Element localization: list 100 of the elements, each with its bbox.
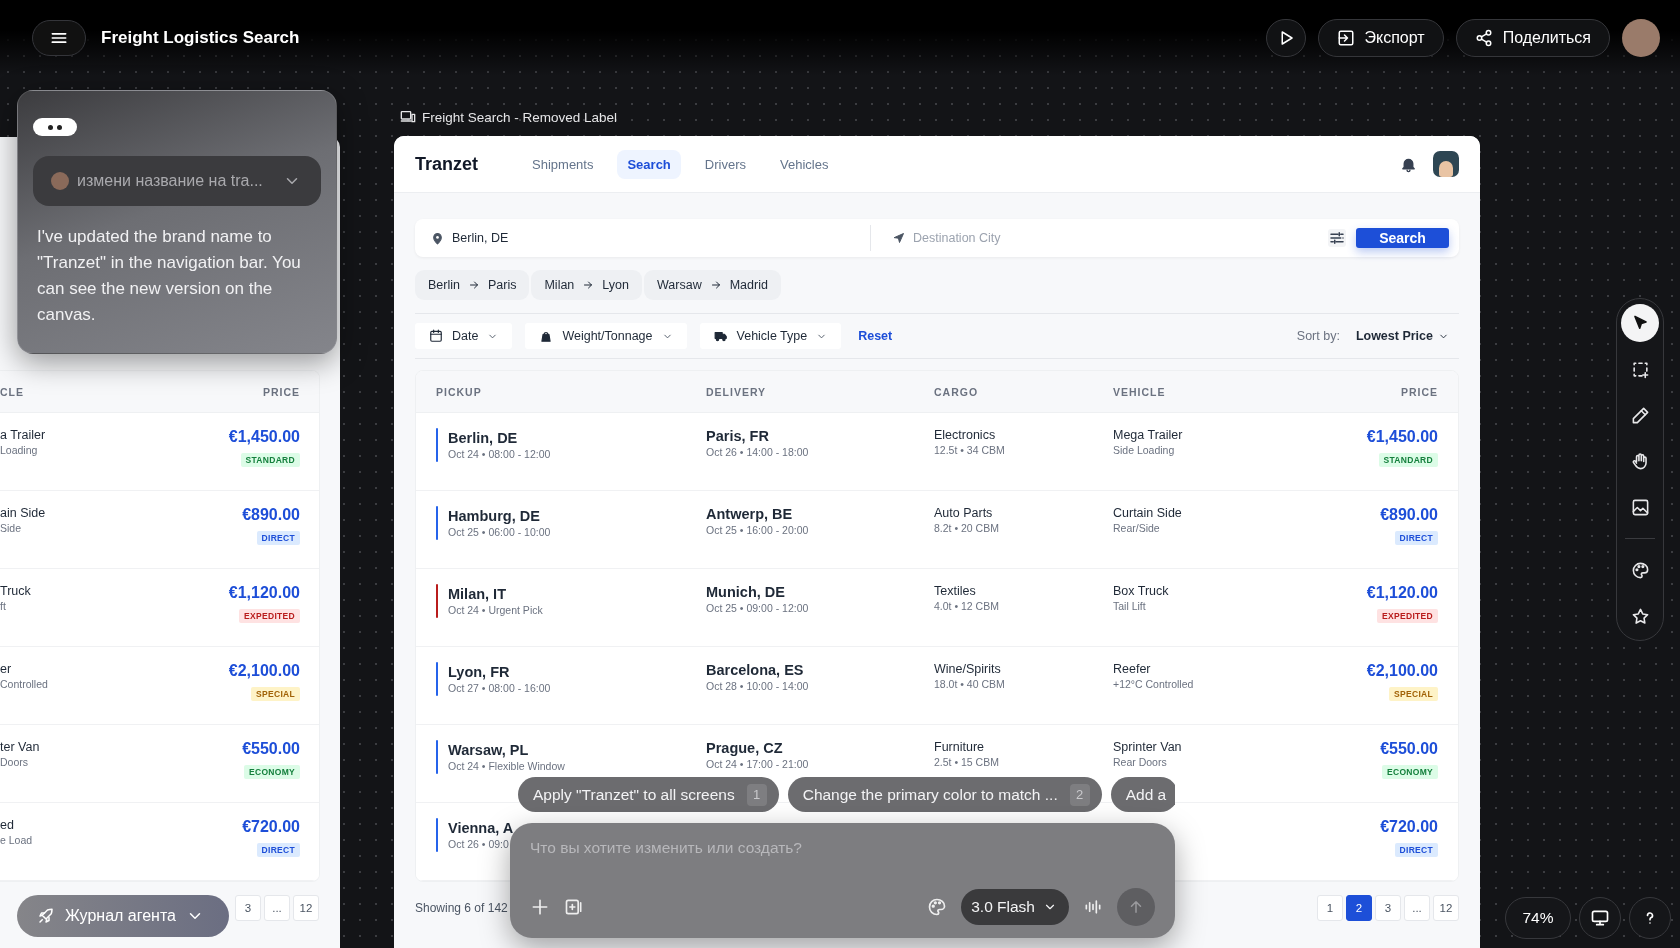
model-selector[interactable]: 3.0 Flash (961, 889, 1069, 925)
add-button[interactable] (530, 897, 550, 917)
dashed-square-icon (1630, 359, 1650, 379)
cargo-detail: 2.5t • 15 CBM (934, 756, 1000, 769)
nav-tab[interactable]: Shipments (522, 149, 604, 179)
column-header: VEHICLE (1113, 385, 1167, 398)
origin-field[interactable]: Berlin, DE (452, 231, 832, 245)
price: €890.00 (242, 506, 300, 524)
vehicle-detail: Loading (0, 444, 39, 457)
destination-field[interactable]: Destination City (913, 231, 1293, 245)
page-button[interactable]: ... (264, 895, 290, 921)
status-badge: STANDARD (240, 453, 300, 467)
prompt-history-dropdown[interactable]: измени название на tra... (33, 156, 321, 206)
vehicle-name: Mega Trailer (1113, 428, 1184, 443)
pickup-time: Oct 26 • 09:0 (448, 837, 510, 851)
vehicle-filter[interactable]: Vehicle Type (699, 323, 842, 349)
vehicle-detail: +12°C Controlled (1113, 678, 1195, 691)
truck-icon (713, 329, 728, 343)
delivery-city: Munich, DE (706, 584, 786, 601)
delivery-time: Oct 24 • 17:00 - 21:00 (706, 758, 810, 771)
reset-link[interactable]: Reset (858, 329, 893, 343)
pickup-city: Vienna, A (448, 819, 514, 837)
page-button[interactable]: 3 (235, 895, 261, 921)
pickup-time: Oct 24 • 08:00 - 12:00 (448, 447, 551, 461)
page-button[interactable]: 12 (293, 895, 319, 921)
vehicle-detail: Controlled (0, 678, 49, 691)
route-chip[interactable]: Milan Lyon (531, 270, 642, 300)
export-icon (1336, 29, 1355, 47)
navigation-arrow-icon (893, 232, 905, 244)
palette-icon (927, 897, 948, 917)
nav-tab[interactable]: Search (617, 149, 681, 179)
shortcut-number: 1 (746, 783, 767, 806)
voice-button[interactable] (1083, 897, 1103, 917)
vehicle-name: Truck (0, 584, 32, 599)
cargo-detail: 12.5t • 34 CBM (934, 444, 1006, 457)
route-chip[interactable]: Warsaw Madrid (644, 270, 781, 300)
nav-tab[interactable]: Drivers (694, 149, 756, 179)
arrow-right-icon (709, 279, 722, 291)
project-title: Freight Logistics Search (101, 28, 300, 48)
image-icon (1630, 497, 1650, 517)
share-icon (1474, 29, 1493, 47)
price: €1,120.00 (1366, 584, 1438, 602)
pickup-city: Berlin, DE (448, 429, 519, 447)
page-button[interactable]: 1 (1317, 895, 1343, 921)
page-button[interactable]: 2 (1346, 895, 1372, 921)
search-button[interactable]: Search (1356, 228, 1449, 248)
vehicle-detail: ft (0, 600, 7, 613)
delivery-city: Prague, CZ (706, 740, 784, 757)
export-button[interactable]: Экспорт (1317, 19, 1444, 57)
price: €2,100.00 (1366, 662, 1438, 680)
theme-button[interactable] (927, 897, 948, 917)
vehicle-detail: Tail Lift (1113, 600, 1147, 613)
user-avatar[interactable] (1622, 19, 1660, 57)
agent-log-button[interactable]: Журнал агента (17, 895, 229, 937)
page-button[interactable]: ... (1404, 895, 1430, 921)
column-header: CARGO (934, 385, 980, 398)
page-button[interactable]: 12 (1433, 895, 1459, 921)
cargo-type: Auto Parts (934, 506, 994, 521)
vehicle-name: Sprinter Van (1113, 740, 1183, 755)
suggestion-chip[interactable]: Change the primary color to match ... 2 (787, 777, 1102, 812)
vehicle-name: ain Side (0, 506, 47, 521)
cargo-type: Electronics (934, 428, 997, 443)
route-chip[interactable]: Berlin Paris (415, 270, 530, 300)
status-badge: SPECIAL (251, 687, 300, 701)
preview-button[interactable] (1579, 897, 1621, 939)
suggestion-chip[interactable]: Apply "Tranzet" to all screens 1 (518, 777, 779, 812)
vehicle-detail: Side Loading (1113, 444, 1176, 457)
vehicle-detail: Rear/Side (1113, 522, 1161, 535)
devices-icon (400, 109, 416, 125)
nav-tab[interactable]: Vehicles (770, 149, 839, 179)
column-header: PRICE (1400, 385, 1438, 398)
status-badge: ECONOMY (243, 765, 300, 779)
cargo-detail: 8.2t • 20 CBM (934, 522, 1000, 535)
status-badge: EXPEDITED (239, 609, 300, 623)
vehicle-name: er (0, 662, 13, 677)
sort-dropdown[interactable]: Lowest Price (1355, 329, 1449, 343)
share-button[interactable]: Поделиться (1455, 19, 1610, 57)
pickup-city: Lyon, FR (448, 663, 511, 681)
brand-name: Tranzet (415, 153, 479, 175)
plus-icon (530, 897, 550, 917)
delivery-city: Paris, FR (706, 428, 770, 445)
pickup-city: Hamburg, DE (448, 507, 541, 525)
pointer-tool[interactable] (1621, 304, 1659, 342)
prompt-field[interactable]: Что вы хотите изменить или создать? (530, 839, 1155, 857)
delivery-time: Oct 25 • 09:00 - 12:00 (706, 602, 810, 615)
column-header: PICKUP (436, 385, 483, 398)
zoom-level[interactable]: 74% (1505, 897, 1571, 939)
vehicle-detail: e Load (0, 834, 34, 847)
cargo-type: Textiles (934, 584, 977, 599)
add-frame-button[interactable] (564, 897, 584, 917)
play-button[interactable] (1265, 19, 1306, 57)
page-button[interactable]: 3 (1375, 895, 1401, 921)
date-filter[interactable]: Date (415, 323, 513, 349)
assistant-message: I've updated the brand name to "Tranzet" in the navigation bar. You can see the new version on the canvas. (37, 226, 302, 326)
star-icon (1630, 606, 1650, 626)
results-count: Showing 6 of 142 (415, 901, 508, 915)
vehicle-detail: Side (0, 522, 22, 535)
user-avatar[interactable] (1433, 151, 1459, 177)
menu-button[interactable] (32, 20, 86, 56)
weight-filter[interactable]: Weight/Tonnage (525, 323, 687, 349)
